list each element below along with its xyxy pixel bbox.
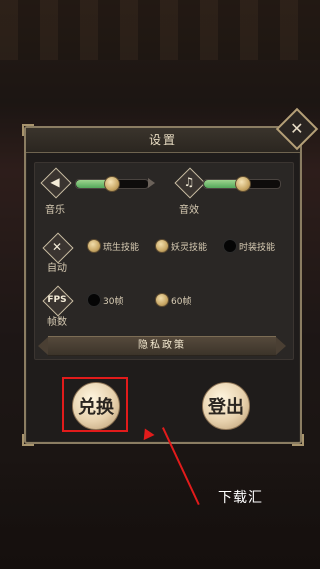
- auto-option-label[interactable]: 妖灵技能: [171, 240, 207, 253]
- music-label: 音乐: [45, 205, 65, 216]
- settings-content: ◀ 音乐 ♫ 音效 ✕ 自动 琉生技能 妖灵技能 时装技能 FPS 帧数 30帧: [34, 162, 294, 360]
- music-slider-end-arrow: [148, 178, 155, 188]
- auto-option-label[interactable]: 琉生技能: [103, 240, 139, 253]
- sound-slider-knob[interactable]: [235, 176, 251, 192]
- fps-icon: FPS: [47, 295, 67, 305]
- fps-option-label[interactable]: 60帧: [171, 294, 191, 307]
- crossed-swords-icon: ✕: [51, 240, 63, 254]
- dialog-title: 设置: [26, 128, 300, 153]
- auto-option-radio[interactable]: [155, 239, 169, 253]
- auto-label: 自动: [47, 263, 67, 274]
- auto-option-radio[interactable]: [223, 239, 237, 253]
- annotation-highlight-box: [62, 377, 128, 432]
- fps-option-label[interactable]: 30帧: [103, 294, 123, 307]
- fps-label: 帧数: [47, 317, 67, 328]
- background-scene-bottom: [0, 459, 320, 569]
- logout-button[interactable]: 登出: [202, 382, 250, 430]
- auto-option-radio[interactable]: [87, 239, 101, 253]
- speaker-icon: ◀: [50, 175, 60, 189]
- sound-label: 音效: [179, 205, 199, 216]
- fps-option-radio[interactable]: [155, 293, 169, 307]
- music-note-icon: ♫: [183, 175, 195, 189]
- fps-option-radio[interactable]: [87, 293, 101, 307]
- watermark-text: 下载汇: [218, 490, 263, 506]
- close-x-icon: ✕: [290, 119, 304, 138]
- privacy-policy-button[interactable]: 隐私政策: [38, 336, 286, 356]
- auto-option-label[interactable]: 时装技能: [239, 240, 275, 253]
- music-slider-knob[interactable]: [103, 176, 120, 192]
